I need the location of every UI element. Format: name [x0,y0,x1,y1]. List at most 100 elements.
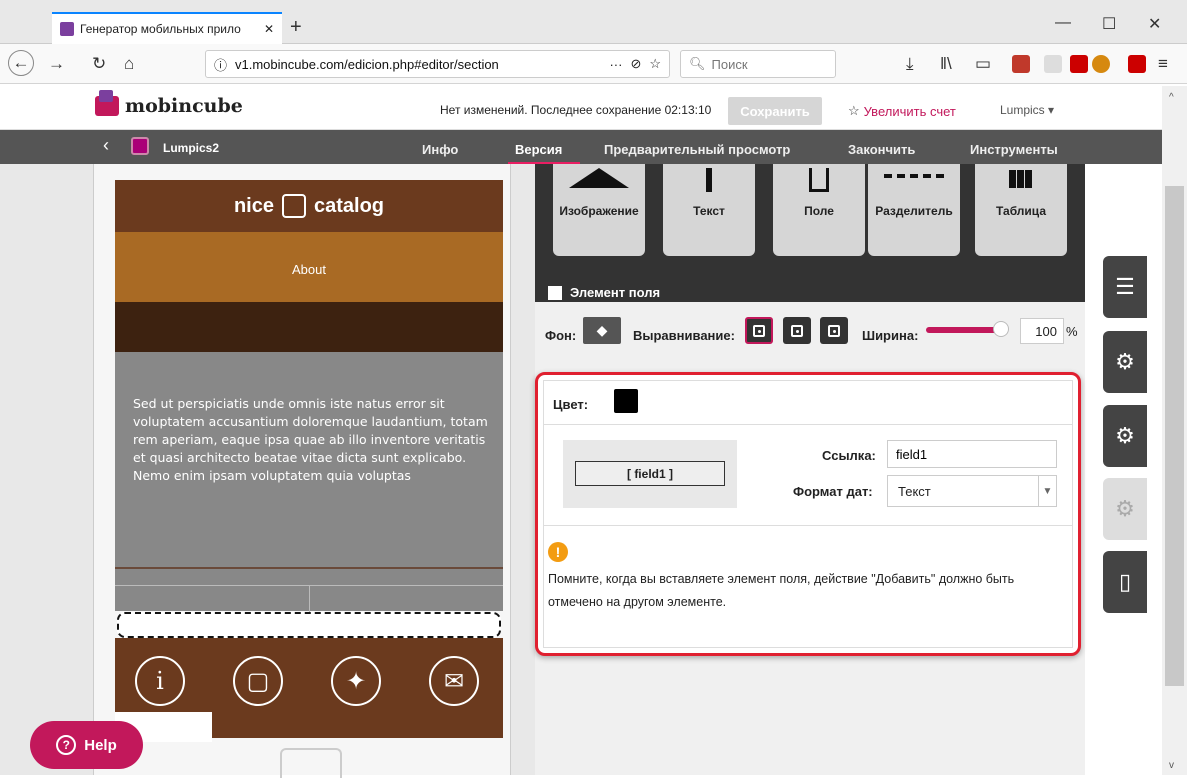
align-center-button[interactable] [783,317,811,344]
cookie-extension-icon[interactable] [1092,55,1110,73]
page-settings-icon[interactable]: ⚙ [1103,405,1147,467]
close-tab-icon[interactable]: ✕ [264,22,274,36]
tab-title: Генератор мобильных прило [80,22,241,36]
save-status: Нет изменений. Последнее сохранение 02:1… [440,103,712,117]
book-circle-icon[interactable]: ▢ [233,656,283,706]
bookmark-star-icon[interactable]: ☆ [649,56,661,72]
new-tab-button[interactable]: + [290,16,302,39]
logo-icon [95,90,119,116]
format-label: Формат дат: [793,484,873,499]
search-field[interactable]: 🔍︎ Поиск [680,50,836,78]
home-icon[interactable]: ⌂ [124,54,134,74]
width-unit: % [1066,324,1078,339]
width-input[interactable]: 100 [1020,318,1064,344]
book-icon [282,194,306,218]
address-bar[interactable]: ⓘ v1.mobincube.com/edicion.php#editor/se… [205,50,670,78]
link-input[interactable] [887,440,1057,468]
page-actions-icon[interactable]: ··· [609,57,622,72]
palette-text[interactable]: Текст [663,164,755,256]
info-icon[interactable]: ⓘ [214,55,227,74]
align-right-button[interactable] [820,317,848,344]
user-menu[interactable]: Lumpics ▾ [1000,103,1054,117]
mobincube-logo[interactable]: mobincube [95,90,243,117]
palette-text-label: Текст [693,204,725,218]
phone-dark-band[interactable] [115,302,503,352]
menu-icon[interactable]: ≡ [1158,54,1168,74]
scroll-down-icon[interactable]: v [1169,760,1174,771]
tab-tools[interactable]: Инструменты [970,142,1058,157]
project-name: Lumpics2 [163,141,220,155]
format-select[interactable]: Текст ▼ [887,475,1057,507]
color-swatch[interactable] [614,389,638,413]
tab-version[interactable]: Версия [515,142,562,157]
mountain-icon [569,168,629,188]
sidebar-icon[interactable]: ▭ [975,54,991,74]
warning-text: Помните, когда вы вставляете элемент пол… [548,572,1015,609]
bg-label: Фон: [545,328,577,343]
close-window-button[interactable]: ✕ [1148,14,1161,34]
divider [544,424,1072,425]
shield-extension-icon[interactable] [1044,55,1062,73]
minimize-button[interactable]: — [1055,14,1071,32]
separator-icon [884,174,944,178]
gears-icon[interactable]: ⚙ [1103,331,1147,393]
scrollbar-thumb[interactable] [1165,186,1184,686]
phone-body-text: Sed ut perspiciatis unde omnis iste natu… [133,396,488,483]
chevron-down-icon: ▾ [1048,103,1055,117]
url-text: v1.mobincube.com/edicion.php#editor/sect… [235,56,499,72]
list-icon[interactable]: ☰ [1103,256,1147,318]
pocket-icon[interactable]: ⊘ [630,56,641,72]
field-element-icon [548,285,562,300]
phone-field-element[interactable] [117,612,501,638]
upgrade-link[interactable]: ☆ Увеличить счет [848,103,956,119]
table-settings-icon[interactable]: ⚙ [1103,478,1147,540]
paint-bucket-icon[interactable]: ◆ [583,317,621,344]
phone-about-section[interactable]: About [115,232,503,302]
tab-preview[interactable]: Предварительный просмотр [604,142,790,157]
question-icon: ? [56,735,77,755]
forward-arrow-icon[interactable]: → [48,54,65,74]
tab-finish[interactable]: Закончить [848,142,915,157]
search-placeholder: Поиск [711,56,748,72]
save-button[interactable]: Сохранить [728,97,822,125]
mail-icon[interactable]: ✉ [429,656,479,706]
twitter-icon[interactable]: ✦ [331,656,381,706]
field-icon [809,168,829,192]
brand-name: mobincube [125,95,243,117]
phone-header[interactable]: nice catalog [115,180,503,232]
reload-icon[interactable]: ↻ [92,54,106,74]
mobincube-favicon-icon [60,22,74,36]
info-circle-icon[interactable]: i [135,656,185,706]
palette-image[interactable]: Изображение [553,164,645,256]
phone-title-left: nice [233,194,274,217]
help-button[interactable]: ? Help [30,721,143,769]
scroll-up-icon[interactable]: ^ [1169,92,1174,103]
maximize-button[interactable]: ☐ [1102,14,1116,34]
width-slider-handle[interactable] [993,321,1009,337]
phone-title-right: catalog [314,194,385,217]
field-preview: [ field1 ] [575,461,725,486]
element-title: Элемент поля [548,285,660,300]
phone-home-button [280,748,342,778]
ru-extension-icon[interactable] [1128,55,1146,73]
palette-table-label: Таблица [995,204,1046,218]
phone-grid-row[interactable] [115,567,503,613]
tab-info[interactable]: Инфо [422,142,458,157]
phone-icon[interactable]: ▯ [1103,551,1147,613]
palette-separator[interactable]: Разделитель [868,164,960,256]
download-icon[interactable]: ⤓ [906,54,914,74]
palette-table[interactable]: Таблица [975,164,1067,256]
back-arrow-icon[interactable]: ← [8,50,34,76]
upgrade-label: Увеличить счет [863,103,956,119]
back-chevron-icon[interactable]: ‹ [103,135,109,156]
align-label: Выравнивание: [633,328,735,343]
palette-field[interactable]: Поле [773,164,865,256]
red-extension-icon[interactable] [1070,55,1088,73]
warning-icon: ! [548,542,568,562]
width-slider[interactable] [926,327,1001,333]
library-icon[interactable]: ‖\ [940,54,952,74]
ublock-extension-icon[interactable] [1012,55,1030,73]
browser-tab[interactable]: Генератор мобильных прило ✕ [52,12,282,44]
format-value: Текст [898,484,931,499]
align-left-button[interactable] [745,317,773,344]
